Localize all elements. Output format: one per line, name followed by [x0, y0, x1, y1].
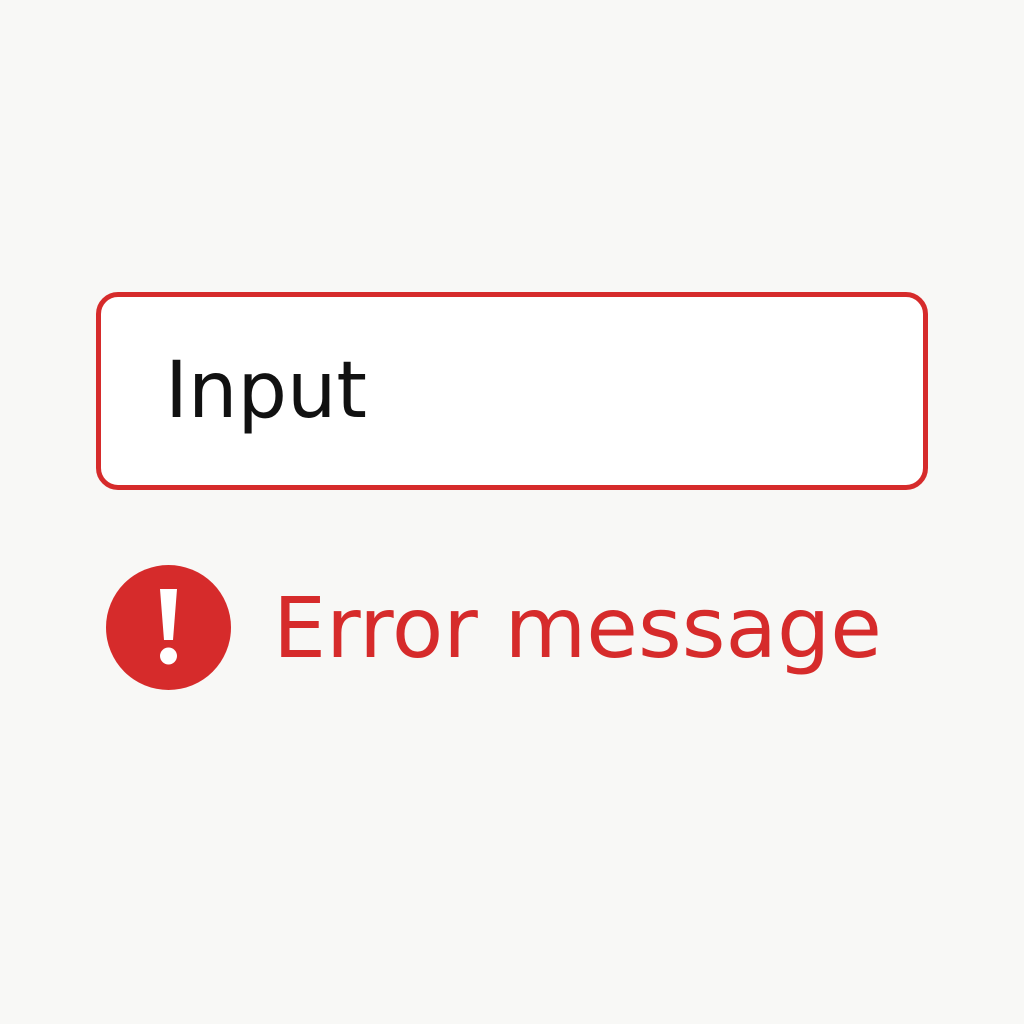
input-value: Input — [165, 346, 367, 436]
text-input-field[interactable]: Input — [96, 292, 928, 490]
exclamation-circle-icon — [106, 565, 231, 690]
error-message: Error message — [273, 578, 882, 677]
error-row: Error message — [106, 565, 882, 690]
